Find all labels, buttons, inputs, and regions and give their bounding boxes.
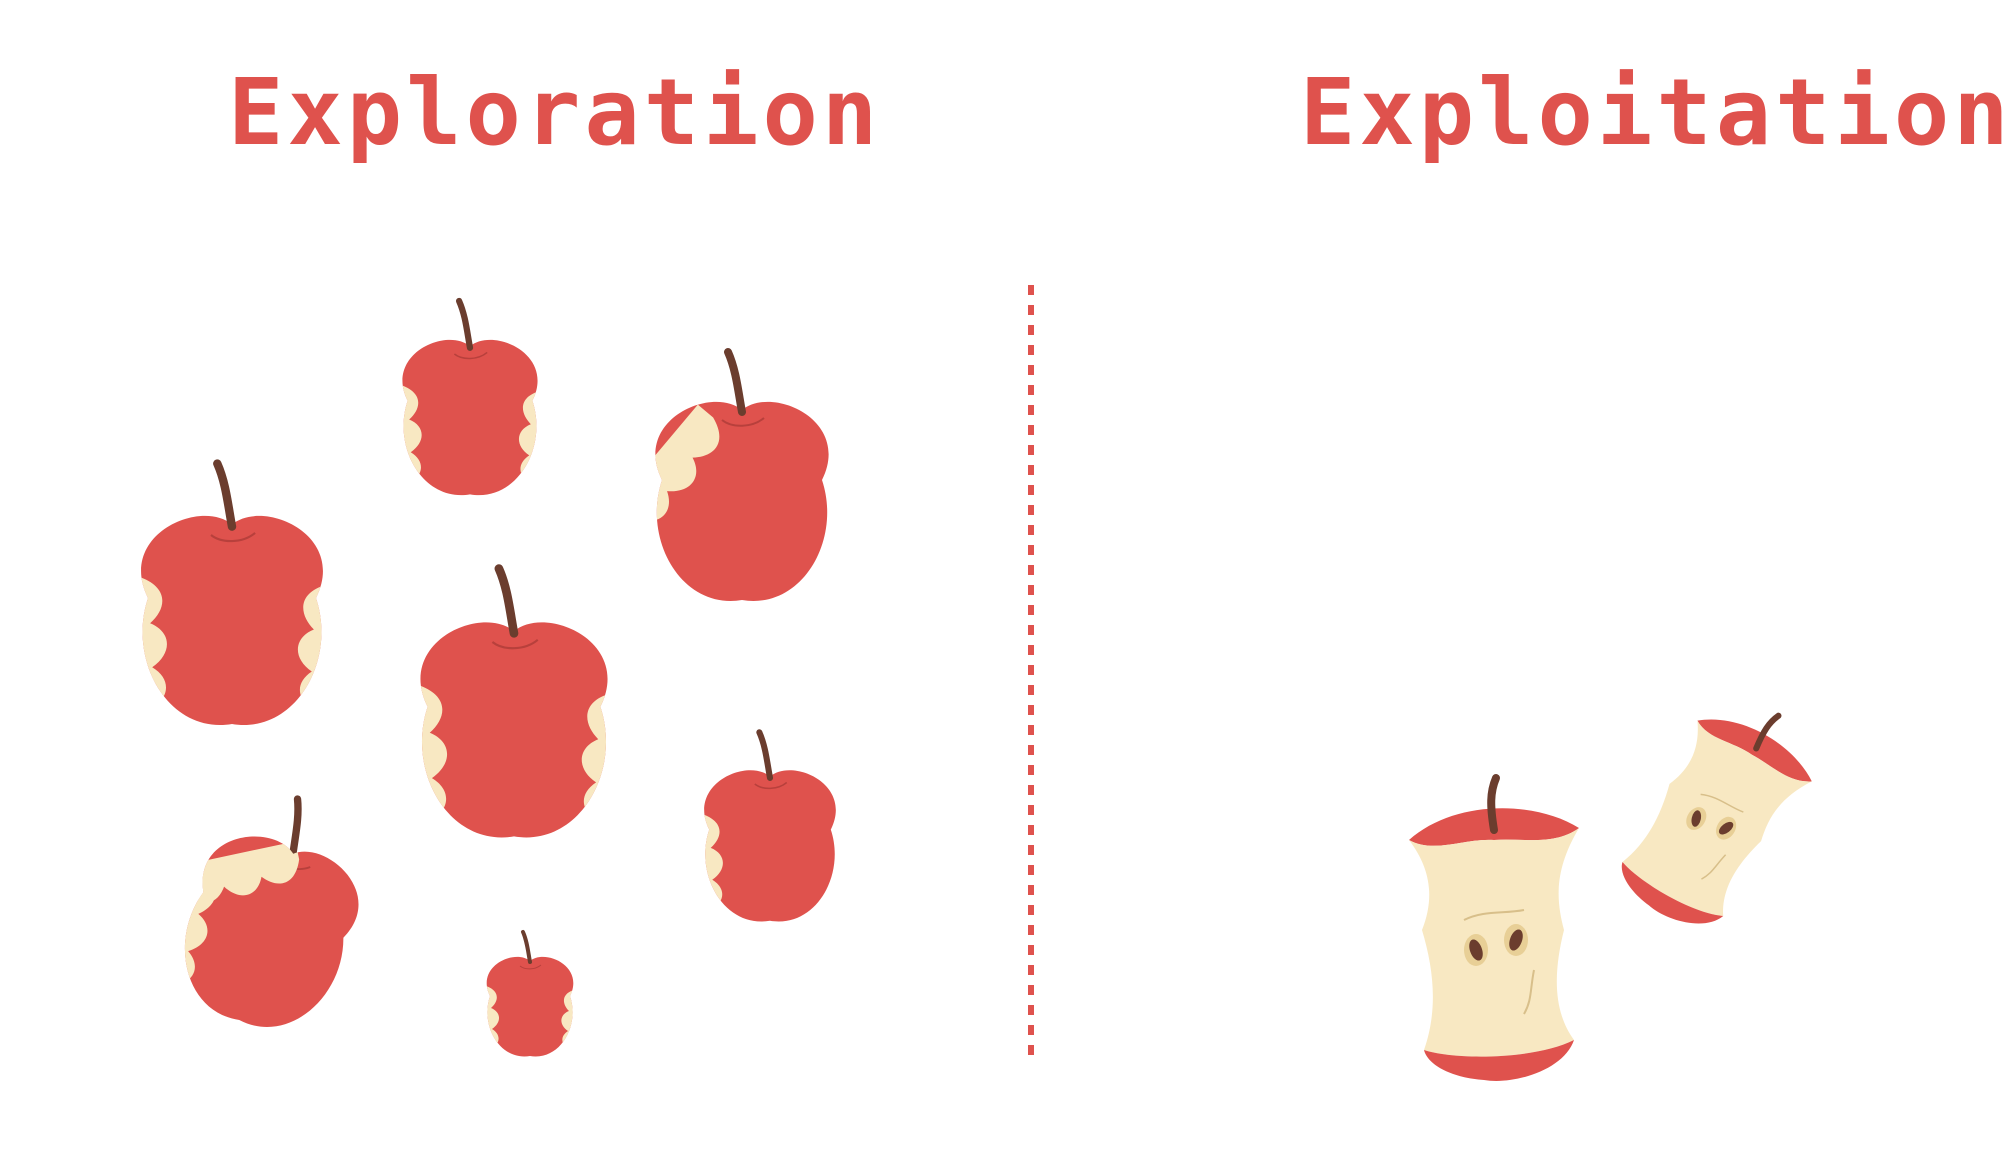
bitten-apple-icon [617,352,829,601]
bitten-apple-icon [688,732,836,921]
bitten-apple-icon [397,569,630,838]
bitten-apple-icon [484,930,576,1059]
bitten-apple-icon [119,464,346,725]
illustration [0,285,2008,1170]
apples-left [119,301,836,1059]
apple-core-icon [1409,778,1579,1081]
bitten-apple-icon [386,301,554,495]
apple-core-icon [1600,681,1832,945]
bitten-apple-icon [142,771,386,1045]
apple-cores-right [1409,681,1832,1081]
